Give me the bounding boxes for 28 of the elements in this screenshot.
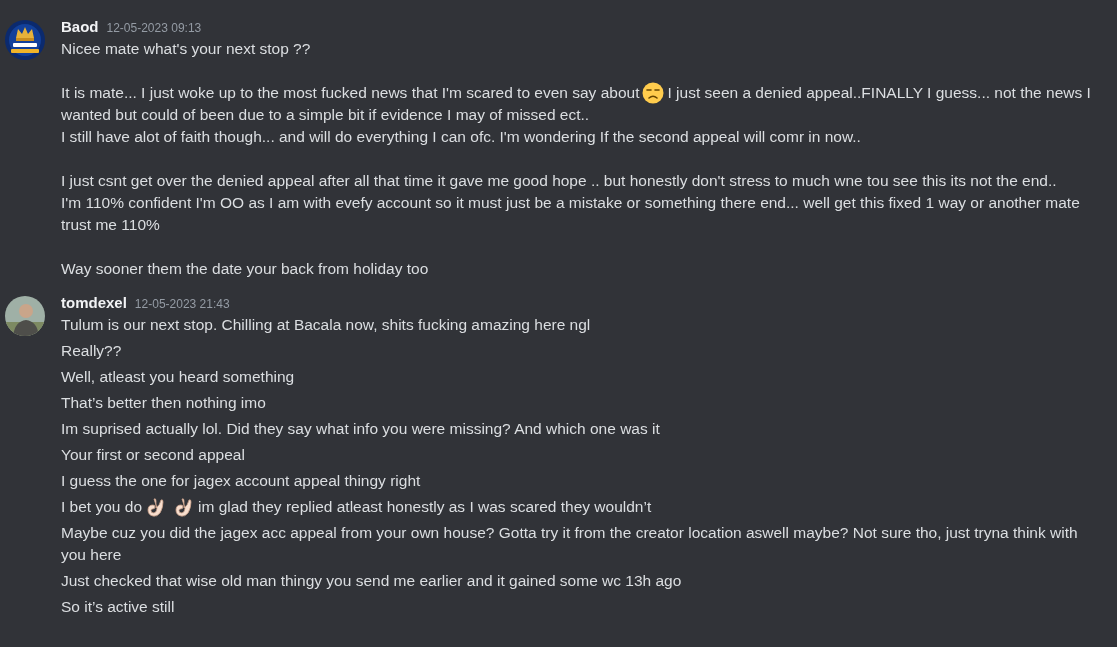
message-text: Im suprised actually lol. Did they say what info you were missing? And which one was it bbox=[61, 420, 660, 437]
message-text: Really?? bbox=[61, 342, 122, 359]
message-text: I just seen a denied appeal..FINALLY I guess... not the news I bbox=[667, 84, 1091, 101]
ok-hand-icon bbox=[145, 496, 167, 518]
message-text: That’s better then nothing imo bbox=[61, 394, 266, 411]
unamused-face-icon bbox=[642, 82, 665, 104]
message-text: I just csnt get over the denied appeal after all that time it gave me good hope .. but honestly don't stress to much wne tou see this its not the end.. bbox=[61, 172, 1057, 189]
message-text: I guess the one for jagex account appeal thingy right bbox=[61, 472, 421, 489]
message-text: I still have alot of faith though... and will do everything I can ofc. I'm wondering If the second appeal will comr in now.. bbox=[61, 128, 861, 145]
message-text: Well, atleast you heard something bbox=[61, 368, 295, 385]
timestamp: 12-05-2023 09:13 bbox=[106, 21, 202, 35]
username[interactable]: Baod bbox=[61, 18, 99, 35]
ok-hand-icon bbox=[173, 496, 195, 518]
timestamp: 12-05-2023 21:43 bbox=[134, 297, 230, 311]
message-text: Maybe cuz you did the jagex acc appeal from your own house? Gotta try it from the creator location aswell maybe? Not sure tho, just tryna think with you here bbox=[61, 524, 1078, 563]
message-text: I bet you do bbox=[61, 498, 142, 515]
message-text: wanted but could of been due to a simple bit if evidence I may of missed ect.. bbox=[61, 106, 590, 123]
message-text: Way sooner them the date your back from holiday too bbox=[61, 260, 429, 277]
message-text: I'm 110% confident I'm OO as I am with evefy account so it must just be a mistake or something there end... well get this fixed 1 way or another mate trust me 110% bbox=[61, 194, 1080, 233]
message-text: Just checked that wise old man thingy you send me earlier and it gained some wc 13h ago bbox=[61, 572, 682, 589]
username[interactable]: tomdexel bbox=[61, 294, 127, 311]
avatar[interactable] bbox=[5, 296, 45, 336]
message-text: Tulum is our next stop. Chilling at Bacala now, shits fucking amazing here ngl bbox=[61, 316, 591, 333]
message-text: Your first or second appeal bbox=[61, 446, 245, 463]
message-text: Nicee mate what's your next stop ?? bbox=[61, 40, 311, 57]
message-text: im glad they replied atleast honestly as I was scared they wouldn’t bbox=[198, 498, 652, 515]
message-text: It is mate... I just woke up to the most fucked news that I'm scared to even say about bbox=[61, 84, 640, 101]
message-text: So it’s active still bbox=[61, 598, 175, 615]
